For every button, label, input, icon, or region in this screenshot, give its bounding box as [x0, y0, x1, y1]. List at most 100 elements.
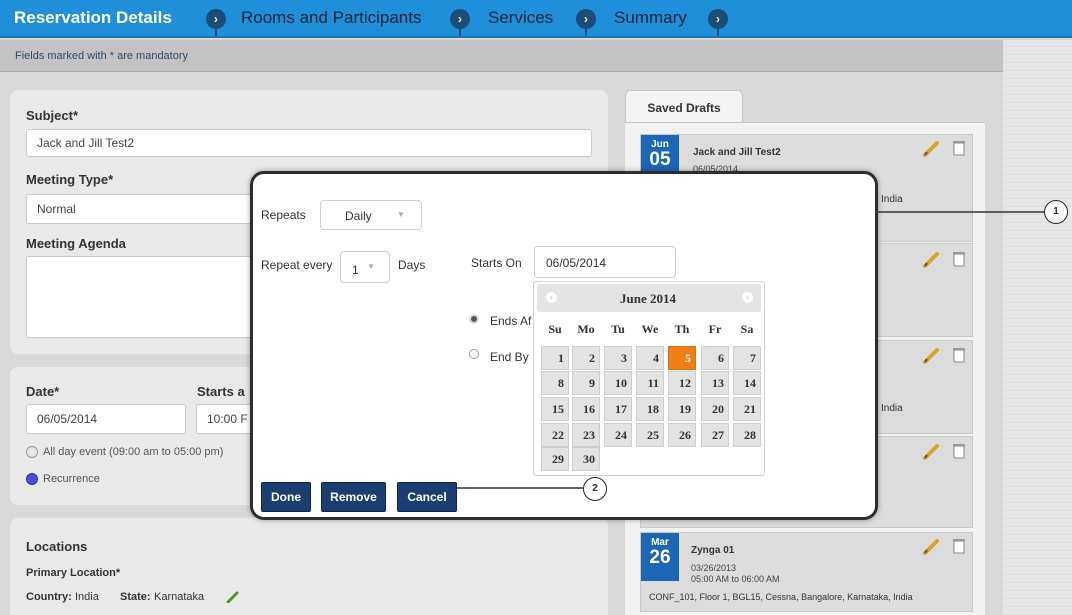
draft-day: 26 — [649, 547, 671, 568]
state-label: State: — [120, 591, 151, 603]
chevron-right-icon: › — [206, 9, 226, 36]
calendar-day-selected[interactable]: 5 — [668, 346, 696, 370]
repeat-every-select[interactable]: 1 ▼ — [340, 251, 390, 283]
weekday-header: Th — [674, 322, 690, 336]
repeats-value: Daily — [345, 209, 372, 223]
repeat-every-label: Repeat every — [261, 258, 333, 272]
calendar-day[interactable]: 25 — [636, 423, 664, 447]
calendar-day[interactable]: 29 — [541, 447, 569, 471]
agenda-textarea[interactable] — [26, 256, 266, 338]
date-input[interactable]: 06/05/2014 — [26, 404, 186, 434]
step-summary[interactable]: Summary — [614, 8, 687, 28]
calendar-day[interactable]: 26 — [668, 423, 696, 447]
calendar-month-title: June 2014 — [620, 291, 676, 306]
delete-draft-icon[interactable] — [952, 538, 966, 554]
repeats-select[interactable]: Daily ▼ — [320, 200, 422, 230]
calendar-day[interactable]: 2 — [572, 346, 600, 370]
ends-after-label: Ends Af — [490, 314, 532, 328]
starts-on-label: Starts On — [471, 256, 522, 270]
calendar-day[interactable]: 12 — [668, 371, 696, 395]
calendar-day[interactable]: 21 — [733, 397, 761, 421]
chevron-down-icon: ▼ — [397, 210, 405, 219]
calendar-day[interactable]: 4 — [636, 346, 664, 370]
chevron-right-icon: › — [576, 9, 596, 36]
primary-location-label: Primary Location* — [26, 567, 121, 579]
edit-draft-icon[interactable] — [922, 536, 942, 556]
delete-draft-icon[interactable] — [952, 140, 966, 156]
weekday-header: Tu — [611, 322, 625, 336]
calendar-day[interactable]: 18 — [636, 397, 664, 421]
calendar-day[interactable]: 17 — [604, 397, 632, 421]
calendar-day[interactable]: 30 — [572, 447, 600, 471]
right-margin — [1003, 40, 1072, 615]
weekday-header: Su — [548, 322, 562, 336]
delete-draft-icon[interactable] — [952, 443, 966, 459]
callout-1: 1 — [1044, 200, 1068, 224]
calendar-day[interactable]: 19 — [668, 397, 696, 421]
draft-time: 05:00 AM to 06:00 AM — [691, 574, 780, 584]
step-services[interactable]: Services — [488, 8, 553, 28]
saved-drafts-tab[interactable]: Saved Drafts — [625, 90, 743, 124]
wizard-nav: Reservation Details › Rooms and Particip… — [0, 0, 1072, 38]
chevron-right-icon: › — [708, 9, 728, 36]
weekday-header: Fr — [708, 322, 722, 336]
remove-button[interactable]: Remove — [321, 482, 386, 512]
calendar-day[interactable]: 28 — [733, 423, 761, 447]
edit-draft-icon[interactable] — [922, 441, 942, 461]
recurrence-label: Recurrence — [43, 473, 100, 485]
calendar-day[interactable]: 1 — [541, 346, 569, 370]
draft-date-badge: Mar 26 — [641, 533, 679, 581]
edit-draft-icon[interactable] — [922, 138, 942, 158]
calendar-day[interactable]: 13 — [701, 371, 729, 395]
draft-location: CONF_101, Floor 1, BGL15, Cessna, Bangal… — [649, 592, 913, 602]
weekday-header: Mo — [577, 322, 595, 336]
step-reservation-details[interactable]: Reservation Details — [14, 8, 172, 28]
delete-draft-icon[interactable] — [952, 347, 966, 363]
repeat-every-unit: Days — [398, 258, 426, 272]
draft-location: India — [881, 194, 903, 205]
prev-month-icon[interactable]: ‹ — [546, 292, 557, 303]
calendar-day[interactable]: 3 — [604, 346, 632, 370]
step-rooms-participants[interactable]: Rooms and Participants — [241, 8, 421, 28]
done-button[interactable]: Done — [261, 482, 311, 512]
meeting-type-select[interactable]: Normal — [26, 194, 266, 224]
calendar-day[interactable]: 10 — [604, 371, 632, 395]
agenda-label: Meeting Agenda — [26, 236, 126, 251]
calendar-day[interactable]: 6 — [701, 346, 729, 370]
next-month-icon[interactable]: › — [742, 292, 753, 303]
draft-day: 05 — [649, 149, 671, 170]
calendar-day[interactable]: 14 — [733, 371, 761, 395]
cancel-button[interactable]: Cancel — [397, 482, 457, 512]
chevron-right-icon: › — [450, 9, 470, 36]
calendar-day[interactable]: 15 — [541, 397, 569, 421]
calendar-day[interactable]: 16 — [572, 397, 600, 421]
edit-location-icon[interactable] — [226, 591, 240, 603]
calendar-day[interactable]: 7 — [733, 346, 761, 370]
weekday-header: Sa — [740, 322, 754, 336]
calendar-day[interactable]: 23 — [572, 423, 600, 447]
repeats-label: Repeats — [261, 208, 306, 222]
start-time-input[interactable]: 10:00 F — [196, 404, 256, 434]
country-label: Country: — [26, 591, 72, 603]
calendar-day[interactable]: 22 — [541, 423, 569, 447]
edit-draft-icon[interactable] — [922, 345, 942, 365]
callout-line — [875, 211, 1047, 213]
end-by-label: End By — [490, 350, 529, 364]
recurrence-radio[interactable] — [26, 473, 38, 485]
calendar-day[interactable]: 8 — [541, 371, 569, 395]
starts-on-input[interactable]: 06/05/2014 — [534, 246, 676, 278]
calendar-day[interactable]: 24 — [604, 423, 632, 447]
calendar-day[interactable]: 11 — [636, 371, 664, 395]
end-by-radio[interactable] — [469, 349, 479, 359]
calendar-day[interactable]: 20 — [701, 397, 729, 421]
calendar-day[interactable]: 27 — [701, 423, 729, 447]
subject-input[interactable]: Jack and Jill Test2 — [26, 129, 592, 157]
all-day-radio[interactable] — [26, 446, 38, 458]
draft-title: Zynga 01 — [691, 545, 735, 556]
edit-draft-icon[interactable] — [922, 249, 942, 269]
calendar-day[interactable]: 9 — [572, 371, 600, 395]
all-day-label: All day event (09:00 am to 05:00 pm) — [43, 446, 224, 458]
draft-month: Jun — [651, 139, 669, 150]
ends-after-radio[interactable] — [469, 314, 479, 324]
delete-draft-icon[interactable] — [952, 251, 966, 267]
